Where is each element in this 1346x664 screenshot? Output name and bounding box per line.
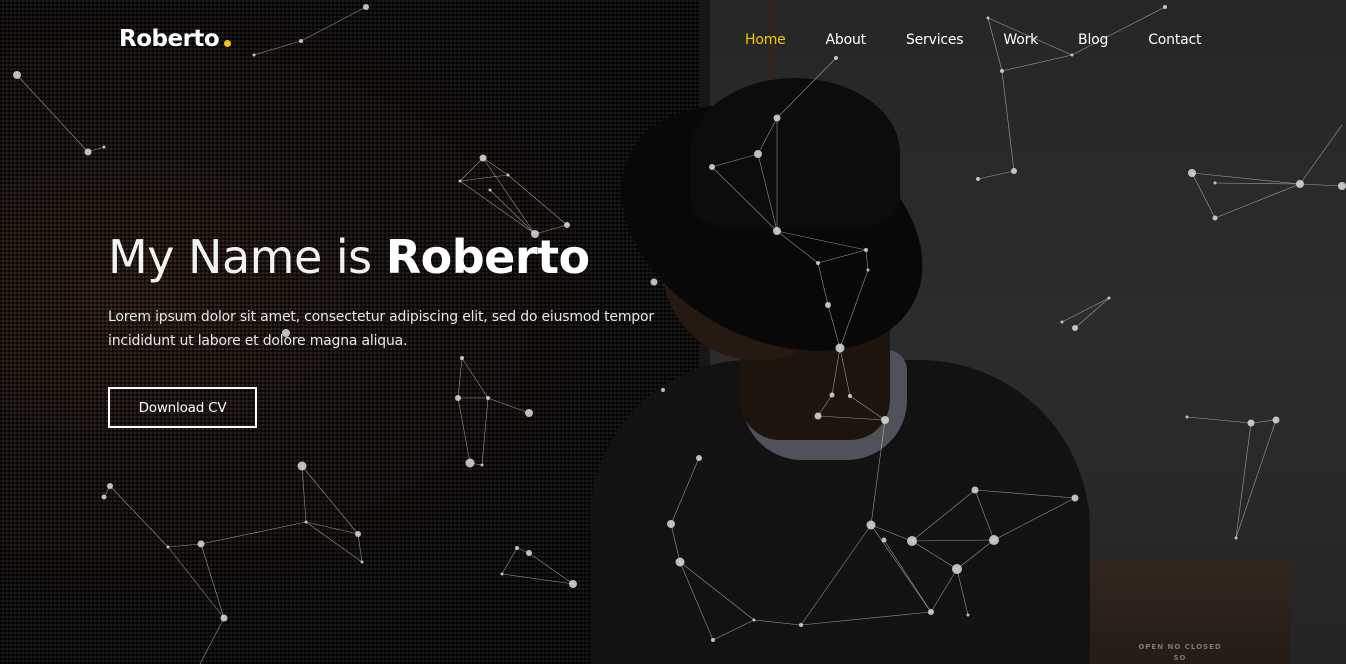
hero-heading-name: Roberto xyxy=(385,230,590,284)
nav-item-home[interactable]: Home xyxy=(745,32,786,48)
hero-heading-intro: My Name is xyxy=(108,230,386,284)
hero-heading: My Name is Roberto xyxy=(108,230,590,284)
nav-item-work[interactable]: Work xyxy=(1003,32,1038,48)
hero-description: Lorem ipsum dolor sit amet, consectetur … xyxy=(108,309,654,349)
brand-dot-icon xyxy=(224,40,232,47)
hero-section: OPEN NO CLOSED SO Roberto Home About Ser… xyxy=(0,0,1346,664)
nav-item-about[interactable]: About xyxy=(826,32,867,48)
brand-logo[interactable]: Roberto xyxy=(119,26,232,52)
nav-item-services[interactable]: Services xyxy=(906,32,964,48)
nav-item-contact[interactable]: Contact xyxy=(1148,32,1201,48)
brand-name: Roberto xyxy=(119,26,220,52)
download-cv-button[interactable]: Download CV xyxy=(108,387,257,428)
main-nav: Home About Services Work Blog Contact xyxy=(745,32,1201,48)
nav-item-blog[interactable]: Blog xyxy=(1078,32,1108,48)
